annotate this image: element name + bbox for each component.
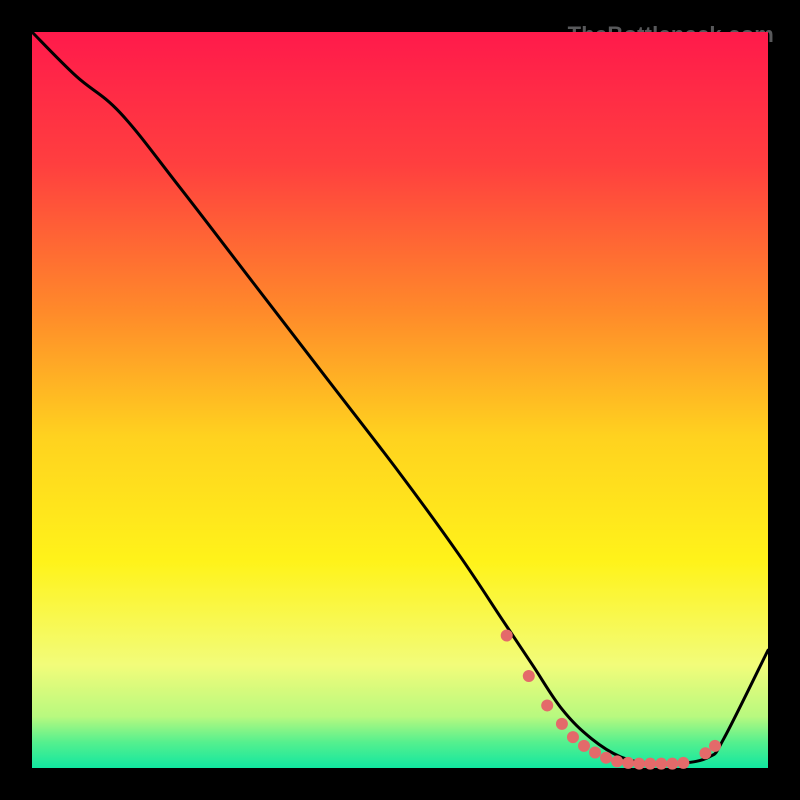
chart-canvas [20,20,780,780]
data-point [655,758,667,770]
data-point [589,747,601,759]
data-point [523,670,535,682]
data-point [611,755,623,767]
data-point [578,740,590,752]
data-point [567,731,579,743]
gradient-background [32,32,768,768]
chart-frame: TheBottleneck.com [20,20,780,780]
data-point [699,747,711,759]
data-point [501,630,513,642]
data-point [556,718,568,730]
data-point [622,757,634,769]
data-point [666,758,678,770]
data-point [600,752,612,764]
data-point [644,758,656,770]
data-point [709,740,721,752]
data-point [541,699,553,711]
data-point [677,757,689,769]
data-point [633,758,645,770]
